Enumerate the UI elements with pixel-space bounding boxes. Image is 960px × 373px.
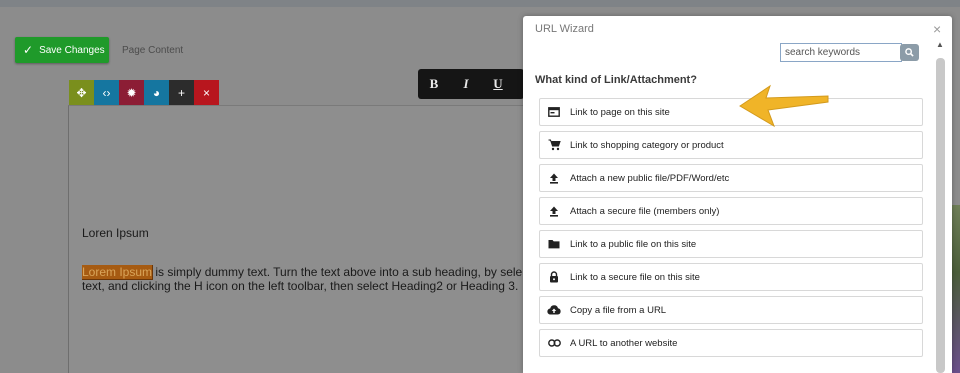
option-link-public-file[interactable]: Link to a public file on this site bbox=[539, 230, 923, 258]
save-changes-button[interactable]: ✓ Save Changes bbox=[15, 37, 109, 63]
palette-icon[interactable]: ◕ bbox=[144, 80, 169, 105]
option-label: Link to page on this site bbox=[570, 106, 670, 118]
link-icon bbox=[546, 335, 562, 351]
option-link-page[interactable]: Link to page on this site bbox=[539, 98, 923, 126]
italic-button[interactable]: I bbox=[450, 76, 482, 92]
option-link-shopping[interactable]: Link to shopping category or product bbox=[539, 131, 923, 159]
top-bar bbox=[0, 0, 960, 7]
scroll-up-icon[interactable]: ▲ bbox=[936, 40, 944, 49]
delete-icon[interactable]: × bbox=[194, 80, 219, 105]
content-heading[interactable]: Loren Ipsum bbox=[82, 226, 149, 240]
link-type-question: What kind of Link/Attachment? bbox=[535, 74, 697, 86]
option-label: Copy a file from a URL bbox=[570, 304, 667, 316]
option-label: Attach a new public file/PDF/Word/etc bbox=[570, 172, 730, 184]
option-label: Link to a secure file on this site bbox=[570, 271, 700, 283]
dialog-title: URL Wizard bbox=[535, 23, 594, 35]
bold-button[interactable]: B bbox=[418, 76, 450, 92]
option-copy-url-file[interactable]: Copy a file from a URL bbox=[539, 296, 923, 324]
cart-icon bbox=[546, 137, 562, 153]
add-icon[interactable]: + bbox=[169, 80, 194, 105]
lock-icon bbox=[546, 269, 562, 285]
option-label: A URL to another website bbox=[570, 337, 678, 349]
format-toolbar: B I U bbox=[418, 69, 524, 99]
search-icon bbox=[905, 48, 914, 57]
page-icon bbox=[546, 104, 562, 120]
option-link-secure-file[interactable]: Link to a secure file on this site bbox=[539, 263, 923, 291]
option-label: Link to shopping category or product bbox=[570, 139, 724, 151]
scrollbar[interactable] bbox=[936, 58, 945, 373]
upload-icon bbox=[546, 203, 562, 219]
folder-icon bbox=[546, 236, 562, 252]
search-button[interactable] bbox=[900, 44, 919, 61]
block-toolbar: ✥ ‹› ✹ ◕ + × bbox=[69, 80, 219, 105]
move-icon[interactable]: ✥ bbox=[69, 80, 94, 105]
option-external-url[interactable]: A URL to another website bbox=[539, 329, 923, 357]
page-content-tab[interactable]: Page Content bbox=[122, 45, 183, 56]
checkmark-icon: ✓ bbox=[23, 43, 34, 57]
code-icon[interactable]: ‹› bbox=[94, 80, 119, 105]
content-paragraph[interactable]: Lorem Ipsum is simply dummy text. Turn t… bbox=[82, 265, 527, 293]
save-changes-label: Save Changes bbox=[39, 44, 105, 56]
search-input[interactable] bbox=[780, 43, 902, 62]
option-label: Attach a secure file (members only) bbox=[570, 205, 720, 217]
selected-text[interactable]: Lorem Ipsum bbox=[82, 265, 154, 280]
url-wizard-dialog: URL Wizard × What kind of Link/Attachmen… bbox=[523, 16, 952, 373]
upload-icon bbox=[546, 170, 562, 186]
link-options-list: Link to page on this site Link to shoppi… bbox=[539, 98, 923, 362]
paragraph-line-2: text, and clicking the H icon on the lef… bbox=[82, 279, 519, 293]
paragraph-line-1: is simply dummy text. Turn the text abov… bbox=[152, 265, 523, 279]
option-attach-public[interactable]: Attach a new public file/PDF/Word/etc bbox=[539, 164, 923, 192]
underline-button[interactable]: U bbox=[482, 76, 514, 92]
pointer-arrow-icon bbox=[739, 84, 829, 128]
cloud-upload-icon bbox=[546, 302, 562, 318]
close-icon[interactable]: × bbox=[933, 21, 941, 37]
option-attach-secure[interactable]: Attach a secure file (members only) bbox=[539, 197, 923, 225]
option-label: Link to a public file on this site bbox=[570, 238, 697, 250]
gear-icon[interactable]: ✹ bbox=[119, 80, 144, 105]
